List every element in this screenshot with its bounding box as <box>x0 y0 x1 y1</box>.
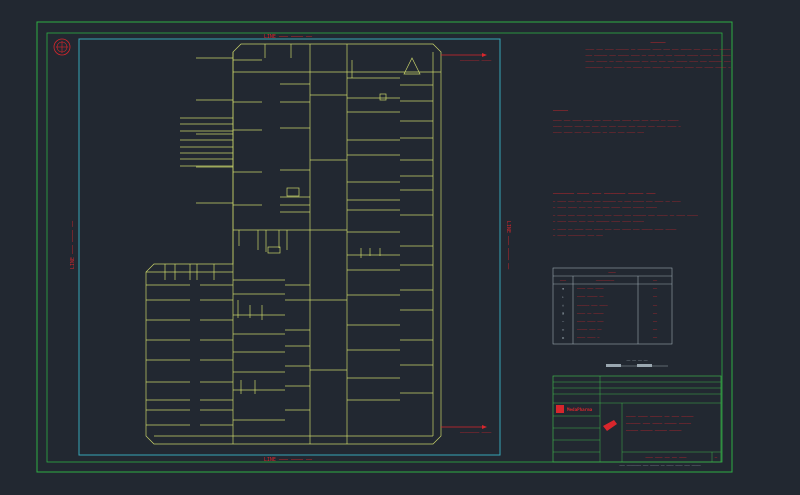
edge-label-top: LINE ─── ──── ── <box>264 34 313 40</box>
symbol-table-description: ───── ─── ── <box>576 328 602 332</box>
symbol-table-value: ── <box>652 320 658 324</box>
edge-label-bottom: LINE ─── ──── ── <box>264 457 313 463</box>
symbol-table-value: ── <box>652 328 658 332</box>
symbol-table-description: ──── ──── ─── <box>576 320 604 324</box>
symbol-table-title: ─── <box>607 270 616 275</box>
piping-plan <box>145 43 487 445</box>
general-notes-line: ─── ────── ─── ───── ──── ── ─── ─── ───… <box>585 54 732 58</box>
symbol-table-header: ── <box>652 279 658 283</box>
general-notes-title: ───── <box>649 40 666 46</box>
symbol-table-symbol: ─ <box>561 320 565 324</box>
reference-notes-title: ─────── ──── ─── ─────── ───── ─── <box>552 191 656 197</box>
cad-drawing-canvas: LINE ─── ──── ── LINE ─── ──── ── LINE ─… <box>36 21 733 473</box>
reference-notes-line: ─ ──── ──── ─── ── ─── ─── ──── ──── ───… <box>552 206 658 210</box>
drawing-number: ─── ─── ── ── ─── <box>645 455 688 460</box>
reference-notes-line: ─ ──── ──────── ─── ─── <box>552 234 604 238</box>
symbol-table-symbol: ▸ <box>562 295 564 299</box>
reference-notes-line: ─ ──── ─── ── ──── ─── ────── ── ─── ───… <box>552 200 681 204</box>
symbol-table-value: ── <box>652 303 658 307</box>
reference-notes-line: ─ ──── ─── ──── ── ──── ─── ──── ─── ───… <box>552 214 699 218</box>
company-logo-icon <box>556 405 564 413</box>
symbol-table-value: ── <box>652 287 658 291</box>
symbol-table: ─── ─── ───────── ── ⊕ ──── ─── ──── ──▸ ──… <box>552 267 673 345</box>
symbol-table-description: ──── ─── ──── <box>576 287 604 291</box>
legend-notes-title: ───── <box>552 108 569 114</box>
building-outline <box>145 43 442 445</box>
general-notes-line: ──── ─── ──── ────── ── ────── ──── ─── … <box>585 48 732 52</box>
project-title-line: ───── ───── ───── ───── <box>625 428 682 433</box>
mid-border <box>46 32 723 463</box>
symbol-table-description: ──── ──── ─ <box>576 336 600 340</box>
symbol-table-symbol: ⊕ <box>562 287 564 291</box>
general-notes-line: ──────── ─── ───── ── ──── ─── ──── ─── … <box>585 66 732 70</box>
reference-notes-line: ─ ──── ── ──── ─── ──── ─── ─── ──── ───… <box>552 228 677 232</box>
general-notes: ───── ──── ─── ──── ────── ── ────── ───… <box>585 40 732 70</box>
edge-label-left: LINE ─── ──── ── <box>70 220 76 269</box>
symbol-table-value: ── <box>652 295 658 299</box>
symbol-table-description: ──── ── ───── <box>576 312 604 316</box>
drawing-frame <box>36 21 733 473</box>
title-block: MedaPharma ──── ──── ───── ── ─── ───── … <box>552 375 722 468</box>
symbol-table-symbol: ═ <box>561 328 565 332</box>
symbol-table-description: ────── ─── ──── <box>576 303 609 307</box>
symbol-table-symbol: ⊞ <box>562 312 564 316</box>
inlet-bottom-arrow-icon <box>482 425 487 429</box>
brand-mark-icon <box>603 420 617 431</box>
symbol-table-value: ── <box>652 336 658 340</box>
company-name: MedaPharma <box>567 407 593 412</box>
legend-notes-line: ──── ──── ─── ─── ──── ── ─── ─── ──── ─… <box>552 131 645 135</box>
reference-notes: ─────── ──── ─── ─────── ───── ─── ─ ───… <box>552 191 699 238</box>
symbol-table-rows: ⊕ ──── ─── ──── ──▸ ──── ───── ── ──◇ ────── … <box>561 287 658 340</box>
legend-notes-line: ──── ─── ──── ──── ─── ──── ─── ──── ───… <box>552 119 679 123</box>
inlet-top-label: ──────── ──── <box>459 58 492 63</box>
edge-label-right: LINE ─── ──── ── <box>505 221 511 270</box>
inlet-bottom-label: ──────── ──── <box>459 430 492 435</box>
sheet-number: ─ <box>714 455 718 460</box>
project-title-line: ────── ─── ──── ───── ───── <box>625 421 692 426</box>
general-notes-line: ──── ───── ── ─── ─────── ─── ─── ─── ──… <box>585 60 732 64</box>
valve-triangle-icon <box>403 57 421 75</box>
legend-notes-line: ──── ──── ──── ── ─── ─── ─── ──── ─── ─… <box>552 125 681 129</box>
reference-notes-line: ─ ──── ──── ─── ─── ────── ──── ──── ───… <box>552 220 645 224</box>
symbol-table-header: ─── <box>559 279 567 283</box>
plan-viewport <box>78 38 501 456</box>
symbol-table-value: ── <box>652 312 658 316</box>
scale-bar-label: ── ── ── ── <box>625 359 647 363</box>
project-title-line: ──── ──── ───── ── ─── ───── <box>625 414 694 419</box>
north-arrow-icon <box>53 38 71 56</box>
symbol-table-symbol: ◇ <box>562 303 565 307</box>
legend-notes: ───── ──── ─── ──── ──── ─── ──── ─── ──… <box>552 108 681 135</box>
outer-border <box>36 21 733 473</box>
symbol-table-description: ──── ───── ── <box>576 295 604 299</box>
scale-bar: ── ── ── ── <box>606 359 668 367</box>
symbol-table-header: ───────── <box>595 279 615 283</box>
symbol-table-symbol: ▬ <box>562 336 565 340</box>
inlet-top-arrow-icon <box>482 53 487 57</box>
title-block-footer: ─── ──────── ─── ───── ── ──── ──── ─── … <box>618 464 700 468</box>
